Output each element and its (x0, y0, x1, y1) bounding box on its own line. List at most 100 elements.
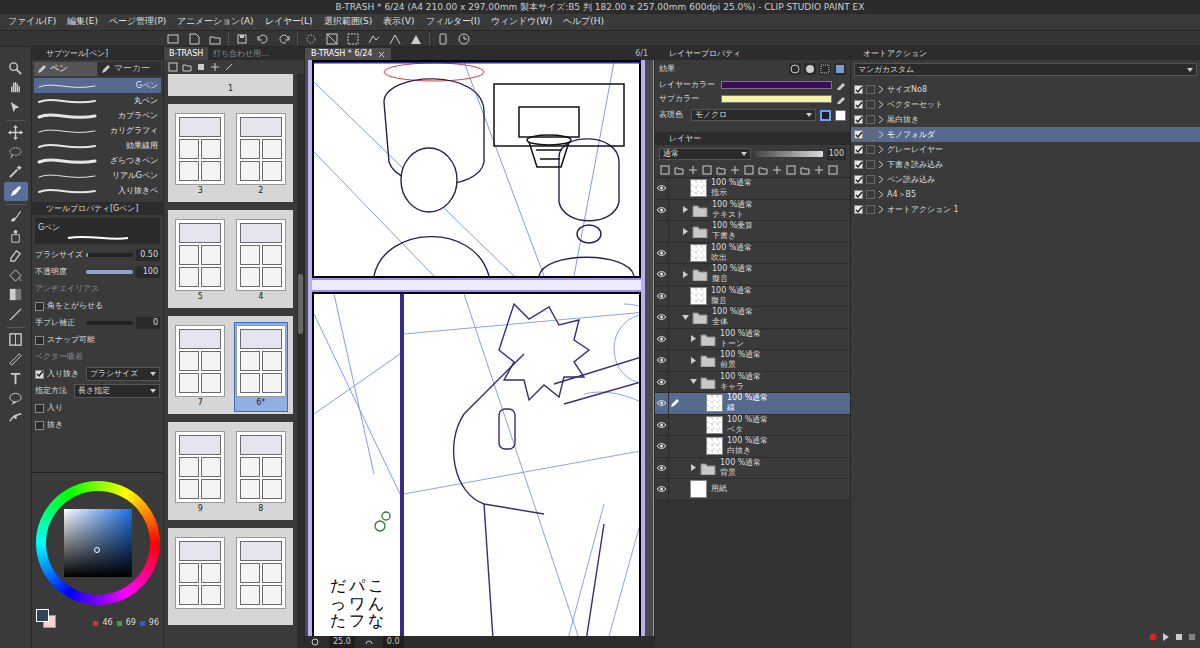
layer-row[interactable]: 100 %通常擬音 (655, 264, 850, 286)
property-slider[interactable] (86, 321, 133, 325)
effect-icon[interactable] (789, 63, 801, 75)
manga-page[interactable]: こんなパワフだった (308, 60, 645, 636)
expand-arrow-icon[interactable] (878, 161, 884, 168)
tool-button[interactable] (4, 331, 28, 350)
checkbox[interactable] (854, 175, 863, 184)
effect-icon[interactable] (834, 63, 846, 75)
subtool-item[interactable]: 効果線用 (34, 138, 161, 153)
expand-arrow-icon[interactable] (689, 335, 698, 342)
menu-item[interactable]: 編集(E) (67, 15, 98, 29)
dialog-toggle[interactable] (866, 130, 875, 139)
tool-button[interactable] (4, 59, 28, 78)
action-row[interactable]: サイズNo8 (851, 82, 1200, 97)
expand-arrow-icon[interactable] (878, 146, 884, 153)
subtool-item[interactable]: 入り抜きペ (34, 183, 161, 198)
menu-item[interactable]: ヘルプ(H) (563, 15, 604, 29)
color-swatch[interactable] (36, 609, 49, 622)
menu-item[interactable]: ページ管理(P) (109, 15, 166, 29)
subtool-item[interactable]: リアルGペン (34, 168, 161, 183)
color-wheel[interactable] (36, 481, 160, 605)
toolbar-button-icon[interactable] (207, 32, 223, 46)
toolbar-button-icon[interactable] (165, 32, 181, 46)
checkbox[interactable] (854, 115, 863, 124)
toolbar-button-icon[interactable] (456, 32, 472, 46)
expression-swatch[interactable] (820, 110, 831, 121)
stop-icon[interactable] (1175, 633, 1183, 641)
dialog-toggle[interactable] (866, 100, 875, 109)
angle-value[interactable]: 0.0 (383, 636, 404, 648)
visibility-toggle[interactable] (655, 436, 669, 457)
page-tool-icon[interactable] (182, 62, 192, 72)
color-bar[interactable] (721, 81, 832, 89)
layer-row[interactable]: 用紙 (655, 479, 850, 501)
action-row[interactable]: 黒白抜き (851, 112, 1200, 127)
page-thumbnail[interactable]: 5 (173, 216, 228, 306)
tool-button[interactable] (4, 409, 28, 428)
property-slider[interactable] (86, 253, 133, 257)
checkbox[interactable] (854, 160, 863, 169)
layer-tool-icon[interactable] (757, 164, 768, 175)
dialog-toggle[interactable] (866, 190, 875, 199)
checkbox[interactable] (854, 85, 863, 94)
dialog-toggle[interactable] (866, 85, 875, 94)
layer-tool-icon[interactable] (813, 164, 824, 175)
visibility-toggle[interactable] (655, 221, 669, 242)
toolbar-button-icon[interactable] (234, 32, 250, 46)
expand-arrow-icon[interactable] (878, 101, 884, 108)
expand-arrow-icon[interactable] (681, 271, 690, 278)
checkbox[interactable] (854, 130, 863, 139)
layer-row[interactable]: 100 %通常ベタ (655, 415, 850, 437)
menu-item[interactable]: ウィンドウ(W) (491, 15, 552, 29)
property-value[interactable]: 100 (136, 266, 160, 278)
menu-icon[interactable] (1188, 633, 1196, 641)
tool-button[interactable] (4, 163, 28, 182)
expand-arrow-icon[interactable] (689, 357, 698, 364)
dialog-toggle[interactable] (866, 205, 875, 214)
layer-tool-icon[interactable] (687, 164, 698, 175)
layer-row[interactable]: 100 %通常全体 (655, 307, 850, 329)
scrollbar-thumb[interactable] (298, 274, 303, 334)
tool-button[interactable] (4, 124, 28, 143)
layer-row[interactable]: 100 %通常吹出 (655, 243, 850, 265)
blend-select[interactable]: 通常 (659, 148, 751, 160)
visibility-toggle[interactable] (655, 286, 669, 307)
action-row[interactable]: A4＞B5 (851, 187, 1200, 202)
layer-tool-icon[interactable] (659, 164, 670, 175)
tool-button[interactable] (4, 247, 28, 266)
tool-button[interactable] (4, 98, 28, 117)
tool-button[interactable] (4, 286, 28, 305)
tool-button[interactable] (4, 182, 28, 201)
subtool-item[interactable]: カリグラフィ (34, 123, 161, 138)
action-row[interactable]: グレーレイヤー (851, 142, 1200, 157)
checkbox[interactable] (35, 336, 44, 345)
tool-button[interactable] (4, 79, 28, 98)
picker-icon[interactable] (836, 80, 846, 90)
layer-row[interactable]: 100 %通常前景 (655, 350, 850, 372)
page-tab[interactable]: 打ち合わせ用… (208, 47, 274, 60)
visibility-toggle[interactable] (655, 393, 669, 414)
menu-item[interactable]: フィルター(I) (426, 15, 481, 29)
menu-item[interactable]: ファイル(F) (8, 15, 56, 29)
visibility-toggle[interactable] (655, 307, 669, 328)
menu-item[interactable]: アニメーション(A) (177, 15, 253, 29)
page-tool-icon[interactable] (196, 62, 206, 72)
tool-button[interactable] (4, 143, 28, 162)
layer-row[interactable]: 100 %通常擬音 (655, 286, 850, 308)
canvas-tab[interactable]: B-TRASH * 6/24 (305, 48, 391, 60)
checkbox[interactable] (35, 421, 44, 430)
play-icon[interactable] (1162, 633, 1170, 641)
action-row[interactable]: オートアクション 1 (851, 202, 1200, 217)
layer-tool-icon[interactable] (771, 164, 782, 175)
toolbar-button-icon[interactable] (435, 32, 451, 46)
page-thumbnail[interactable]: 4 (234, 216, 289, 306)
tool-button[interactable] (4, 389, 28, 408)
subtool-tab[interactable]: マーカー (98, 62, 161, 76)
rotate-icon[interactable] (365, 638, 373, 646)
subtool-item[interactable]: カブラペン (34, 108, 161, 123)
expand-arrow-icon[interactable] (878, 131, 884, 138)
close-icon[interactable] (378, 51, 385, 58)
checkbox[interactable] (854, 190, 863, 199)
layer-tool-icon[interactable] (673, 164, 684, 175)
checkbox[interactable] (854, 100, 863, 109)
page-thumbnail[interactable]: 2 (234, 110, 289, 200)
